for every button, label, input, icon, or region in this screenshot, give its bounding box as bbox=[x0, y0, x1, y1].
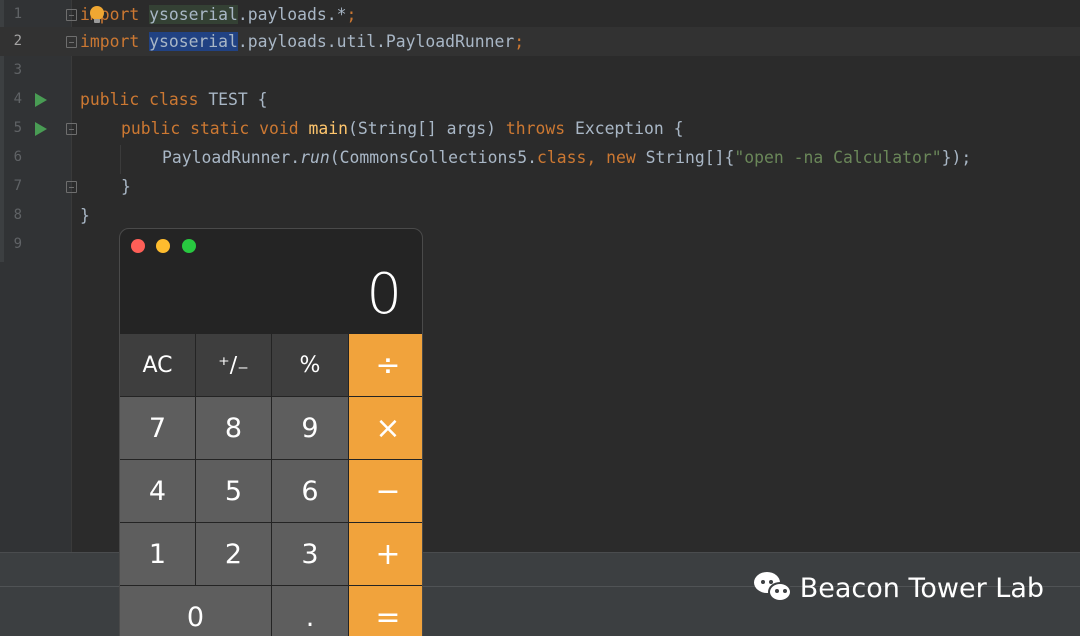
all-clear-key[interactable]: AC bbox=[120, 334, 195, 396]
plus-key[interactable]: + bbox=[349, 523, 422, 585]
lightbulb-icon[interactable] bbox=[90, 6, 104, 23]
line-number: 3 bbox=[13, 62, 22, 78]
fold-icon[interactable] bbox=[66, 36, 77, 48]
line-number: 4 bbox=[13, 91, 22, 107]
zoom-window-button[interactable] bbox=[182, 239, 196, 253]
code-line-8[interactable]: 8 } bbox=[0, 201, 1080, 230]
run-icon[interactable] bbox=[35, 122, 47, 136]
code-line-5[interactable]: 5 public static void main(String[] args)… bbox=[0, 114, 1080, 143]
code-text: import ysoserial.payloads.*; bbox=[80, 5, 357, 24]
digit-1-key[interactable]: 1 bbox=[120, 523, 195, 585]
wechat-icon bbox=[753, 572, 792, 604]
code-text: public static void main(String[] args) t… bbox=[121, 119, 684, 138]
calculator-display: 0 bbox=[366, 262, 402, 327]
line-number: 2 bbox=[13, 33, 22, 49]
code-line-4[interactable]: 4 public class TEST { bbox=[0, 85, 1080, 114]
multiply-key[interactable]: × bbox=[349, 397, 422, 459]
digit-2-key[interactable]: 2 bbox=[196, 523, 271, 585]
code-line-1[interactable]: 1 import ysoserial.payloads.*; bbox=[0, 0, 1080, 29]
minus-key[interactable]: − bbox=[349, 460, 422, 522]
fold-icon[interactable] bbox=[66, 9, 77, 21]
digit-5-key[interactable]: 5 bbox=[196, 460, 271, 522]
minimize-window-button[interactable] bbox=[156, 239, 170, 253]
digit-0-key[interactable]: 0 bbox=[120, 586, 271, 636]
code-text: public class TEST { bbox=[80, 90, 268, 109]
code-line-3[interactable]: 3 bbox=[0, 56, 1080, 85]
watermark-text: Beacon Tower Lab bbox=[799, 572, 1044, 604]
line-number: 7 bbox=[13, 178, 22, 194]
code-line-6[interactable]: 6 PayloadRunner.run(CommonsCollections5.… bbox=[0, 143, 1080, 172]
close-window-button[interactable] bbox=[131, 239, 145, 253]
equals-key[interactable]: = bbox=[349, 586, 422, 636]
digit-4-key[interactable]: 4 bbox=[120, 460, 195, 522]
divide-key[interactable]: ÷ bbox=[349, 334, 422, 396]
digit-6-key[interactable]: 6 bbox=[272, 460, 348, 522]
calculator-keypad: AC ⁺∕₋% ÷ 7 8 9 × 4 5 6− 1 2 3 +0. = bbox=[120, 334, 422, 636]
code-text: } bbox=[80, 206, 90, 225]
line-number: 8 bbox=[13, 207, 22, 223]
fold-icon[interactable] bbox=[66, 181, 77, 193]
digit-9-key[interactable]: 9 bbox=[272, 397, 348, 459]
line-number: 9 bbox=[13, 236, 22, 252]
digit-3-key[interactable]: 3 bbox=[272, 523, 348, 585]
percent-key[interactable]: % bbox=[272, 334, 348, 396]
line-number: 6 bbox=[13, 149, 22, 165]
code-line-2[interactable]: 2 import ysoserial.payloads.util.Payload… bbox=[0, 27, 1080, 56]
code-text: PayloadRunner.run(CommonsCollections5.cl… bbox=[162, 148, 972, 167]
calculator-window[interactable]: 0 AC ⁺∕₋% ÷ 7 8 9 × 4 5 6− 1 2 3 +0. = bbox=[119, 228, 423, 636]
digit-7-key[interactable]: 7 bbox=[120, 397, 195, 459]
fold-icon[interactable] bbox=[66, 123, 77, 135]
code-line-7[interactable]: 7 } bbox=[0, 172, 1080, 201]
sign-toggle-key[interactable]: ⁺∕₋ bbox=[196, 334, 271, 396]
run-icon[interactable] bbox=[35, 93, 47, 107]
digit-8-key[interactable]: 8 bbox=[196, 397, 271, 459]
line-number: 1 bbox=[13, 6, 22, 22]
line-number: 5 bbox=[13, 120, 22, 136]
code-text: import ysoserial.payloads.util.PayloadRu… bbox=[80, 32, 525, 51]
decimal-key[interactable]: . bbox=[272, 586, 348, 636]
watermark: Beacon Tower Lab bbox=[753, 572, 1044, 604]
code-text: } bbox=[121, 177, 131, 196]
indent-guide bbox=[120, 145, 121, 174]
